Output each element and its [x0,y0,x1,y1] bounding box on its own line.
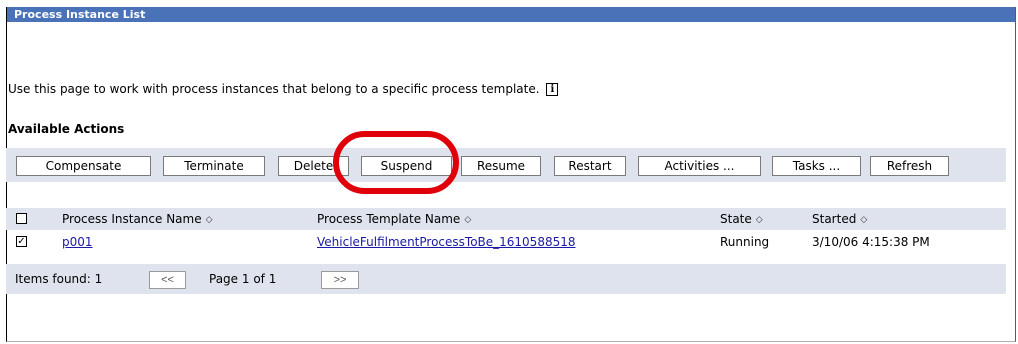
delete-button[interactable]: Delete [278,156,349,176]
sort-icon: ◇ [205,215,213,225]
info-icon[interactable]: i [546,83,559,96]
select-all-checkbox[interactable] [16,213,27,224]
sort-icon: ◇ [755,215,763,225]
panel-title: Process Instance List [7,7,1015,22]
activities-button[interactable]: Activities ... [638,156,761,176]
description-text: Use this page to work with process insta… [8,82,540,96]
column-header-state[interactable]: State ◇ [720,212,763,227]
resume-button[interactable]: Resume [461,156,541,176]
refresh-button[interactable]: Refresh [870,156,949,176]
column-header-template-name[interactable]: Process Template Name ◇ [317,212,471,227]
column-header-instance-name[interactable]: Process Instance Name ◇ [62,212,213,227]
tasks-button[interactable]: Tasks ... [772,156,861,176]
suspend-button[interactable]: Suspend [361,156,452,176]
sort-icon: ◇ [860,215,868,225]
state-value: Running [720,235,770,249]
instance-name-link[interactable]: p001 [62,235,93,249]
compensate-button[interactable]: Compensate [16,156,151,176]
page-description: Use this page to work with process insta… [8,82,559,96]
pagination-bar: Items found: 1 << Page 1 of 1 >> [6,264,1006,294]
sort-icon: ◇ [464,215,472,225]
available-actions-heading: Available Actions [8,122,125,136]
template-name-link[interactable]: VehicleFulfilmentProcessToBe_1610588518 [317,235,576,249]
table-header-row: Process Instance Name ◇ Process Template … [6,208,1006,230]
restart-button[interactable]: Restart [554,156,626,176]
previous-page-button[interactable]: << [149,271,186,289]
row-checkbox[interactable]: ✓ [16,236,27,247]
column-header-started[interactable]: Started ◇ [812,212,867,227]
terminate-button[interactable]: Terminate [163,156,265,176]
items-found-count: Items found: 1 [15,272,103,286]
next-page-button[interactable]: >> [321,271,359,289]
action-toolbar: Compensate Terminate Delete Suspend Resu… [6,148,1006,182]
page-indicator: Page 1 of 1 [209,272,277,286]
started-value: 3/10/06 4:15:38 PM [812,235,930,249]
